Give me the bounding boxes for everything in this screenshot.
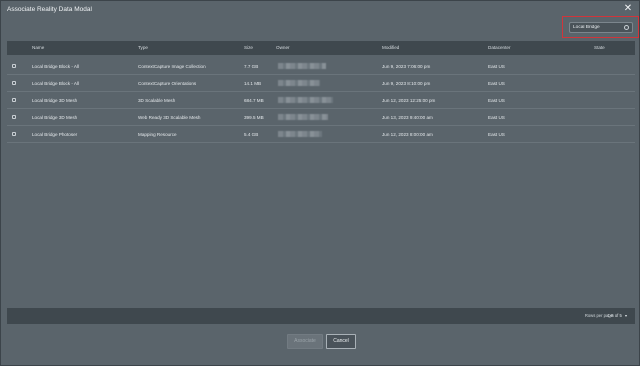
cell-owner-redacted: [278, 97, 333, 103]
table-row[interactable]: Local Bridge 3D Mesh Web Ready 3D Scalab…: [7, 109, 635, 126]
row-checkbox[interactable]: [12, 115, 16, 119]
cell-size: 14.1 MB: [244, 81, 262, 86]
cell-name: Local Bridge 3D Mesh: [32, 98, 78, 103]
cell-datacenter: East US: [488, 64, 505, 69]
cell-owner-redacted: [278, 114, 328, 120]
cell-modified: Jun 12, 2023 12:25:00 pm: [382, 98, 436, 103]
column-header-modified[interactable]: Modified: [382, 45, 399, 50]
cell-type: ContextCapture Orientations: [138, 81, 197, 86]
cell-owner-redacted: [278, 131, 322, 137]
table-header: Name Type Size Owner Modified Datacenter…: [7, 41, 635, 55]
cell-size: 399.5 MB: [244, 115, 264, 120]
search-input[interactable]: [573, 23, 623, 32]
table-row[interactable]: Local Bridge 3D Mesh 3D Scalable Mesh 68…: [7, 92, 635, 109]
cancel-button[interactable]: Cancel: [326, 334, 356, 349]
cell-datacenter: East US: [488, 98, 505, 103]
cell-modified: Jun 13, 2023 9:40:00 am: [382, 115, 433, 120]
cell-size: 684.7 MB: [244, 98, 264, 103]
cell-type: Web Ready 3D Scalable Mesh: [138, 115, 201, 120]
cell-owner-redacted: [278, 80, 320, 86]
rows-per-page-select[interactable]: 1-5 of 5 ▾: [608, 313, 627, 318]
cell-name: Local Bridge Photoser: [32, 132, 78, 137]
reality-data-table: Name Type Size Owner Modified Datacenter…: [7, 41, 635, 146]
row-checkbox[interactable]: [12, 81, 16, 85]
table-row[interactable]: Local Bridge Photoser Mapping Resource 5…: [7, 126, 635, 143]
table-footer: Rows per page 1-5 of 5 ▾: [7, 308, 635, 324]
column-header-type[interactable]: Type: [138, 45, 148, 50]
cell-datacenter: East US: [488, 115, 505, 120]
column-header-name[interactable]: Name: [32, 45, 44, 50]
column-header-size[interactable]: Size: [244, 45, 253, 50]
row-checkbox[interactable]: [12, 64, 16, 68]
table-row[interactable]: Local Bridge Block - All ContextCapture …: [7, 75, 635, 92]
search-box[interactable]: [569, 22, 633, 33]
associate-reality-data-modal: Associate Reality Data Modal ✕ Name Type…: [0, 0, 640, 366]
chevron-down-icon[interactable]: ▾: [625, 313, 627, 318]
cell-datacenter: East US: [488, 132, 505, 137]
modal-title: Associate Reality Data Modal: [7, 6, 92, 13]
cell-name: Local Bridge Block - All: [32, 81, 79, 86]
cell-owner-redacted: [278, 63, 326, 69]
cell-type: Mapping Resource: [138, 132, 177, 137]
search-highlight: [562, 16, 639, 38]
column-header-state[interactable]: State: [594, 45, 605, 50]
search-icon[interactable]: [624, 24, 629, 30]
pagination-range: 1-5 of 5: [607, 313, 622, 318]
column-header-owner[interactable]: Owner: [276, 45, 290, 50]
column-header-datacenter[interactable]: Datacenter: [488, 45, 510, 50]
cell-datacenter: East US: [488, 81, 505, 86]
cell-size: 5.4 GB: [244, 132, 259, 137]
cell-modified: Jun 12, 2023 8:00:00 am: [382, 132, 433, 137]
cell-size: 7.7 GB: [244, 64, 259, 69]
cell-type: 3D Scalable Mesh: [138, 98, 176, 103]
cell-name: Local Bridge Block - All: [32, 64, 79, 69]
associate-button[interactable]: Associate: [287, 334, 323, 349]
cell-type: ContextCapture Image Collection: [138, 64, 206, 69]
cell-modified: Jun 9, 2023 7:06:00 pm: [382, 64, 431, 69]
close-icon[interactable]: ✕: [623, 4, 633, 14]
row-checkbox[interactable]: [12, 98, 16, 102]
cell-modified: Jun 9, 2023 8:10:00 pm: [382, 81, 431, 86]
row-checkbox[interactable]: [12, 132, 16, 136]
cell-name: Local Bridge 3D Mesh: [32, 115, 78, 120]
table-row[interactable]: Local Bridge Block - All ContextCapture …: [7, 58, 635, 75]
